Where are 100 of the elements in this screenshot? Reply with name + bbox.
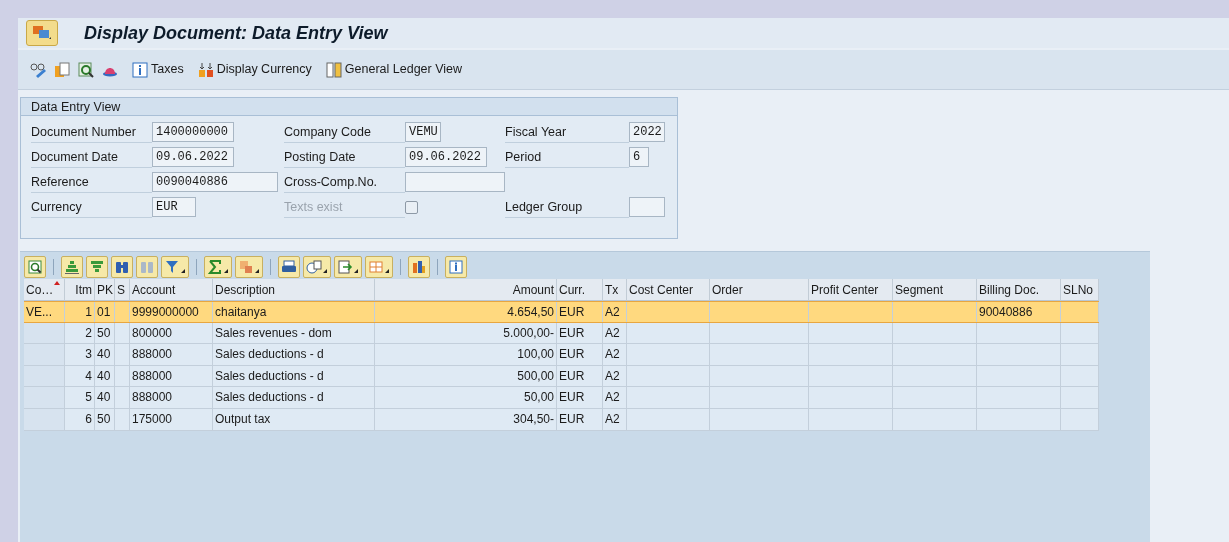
table-cell: 3 [85, 347, 92, 362]
column-header[interactable]: Curr. [557, 279, 603, 301]
table-cell: 304,50- [513, 411, 554, 426]
table-cell: 4.654,50 [507, 305, 554, 319]
table-cell: Sales deductions - d [215, 390, 324, 405]
table-row[interactable]: VE... 1 01 9999000000 chaitanya 4.654,50 EUR A2 90040886 [24, 301, 1099, 323]
table-cell: A2 [605, 305, 620, 319]
table-cell: 5 [85, 390, 92, 405]
table-cell: 100,00 [517, 347, 554, 362]
table-cell: 50 [97, 411, 111, 426]
input-field[interactable] [629, 197, 665, 217]
views-icon[interactable] [303, 255, 331, 278]
table-row[interactable]: 2 50 800000 Sales revenues - dom 5.000,00- EUR A2 [24, 322, 1099, 345]
input-field[interactable]: 0090040886 [152, 172, 278, 192]
table-cell: Sales revenues - dom [215, 325, 332, 340]
table-cell: 50 [97, 325, 111, 340]
currency-icon [197, 61, 214, 78]
table-cell: VE... [26, 305, 52, 319]
glasses-pencil-icon[interactable] [30, 61, 46, 78]
sort-descending-icon[interactable] [86, 255, 108, 278]
table-cell: 175000 [132, 411, 173, 426]
table-cell: A2 [605, 347, 620, 362]
table-cell: 40 [97, 390, 111, 405]
table-cell: 90040886 [979, 305, 1033, 319]
table-cell: 40 [97, 347, 111, 362]
field-label: Texts exist [284, 196, 405, 218]
table-cell: Sales deductions - d [215, 368, 324, 383]
table-cell: EUR [559, 347, 585, 362]
table-cell: EUR [559, 368, 585, 383]
table-cell: Sales deductions - d [215, 347, 324, 362]
table-cell: 800000 [132, 325, 173, 340]
toolbar-button[interactable]: General Ledger View [325, 60, 463, 79]
print-icon[interactable] [278, 255, 300, 278]
table-cell: A2 [605, 411, 620, 426]
table-cell: 5.000,00- [503, 325, 554, 340]
table-cell: 50,00 [523, 390, 554, 405]
magnifier-icon[interactable] [78, 61, 94, 78]
table-row[interactable]: 6 50 175000 Output tax 304,50- EUR A2 [24, 408, 1099, 431]
table-cell: A2 [605, 390, 620, 405]
column-header[interactable]: Profit Center [809, 279, 893, 301]
table-cell: 888000 [132, 347, 173, 362]
table-cell: 2 [85, 325, 92, 340]
input-field[interactable]: 6 [629, 147, 649, 167]
column-header[interactable]: SLNo [1061, 279, 1099, 301]
table-cell: EUR [559, 305, 585, 319]
table-cell: Output tax [215, 411, 271, 426]
table-row[interactable]: 4 40 888000 Sales deductions - d 500,00 EUR A2 [24, 365, 1099, 388]
column-header[interactable]: Description [213, 279, 375, 301]
toolbar-button[interactable]: Taxes [132, 60, 184, 79]
filter-icon[interactable] [161, 255, 189, 278]
table-cell: 6 [85, 411, 92, 426]
column-header[interactable]: Co… [24, 279, 65, 301]
input-field[interactable]: 09.06.2022 [405, 147, 487, 167]
sort-ascending-icon[interactable] [61, 255, 83, 278]
input-field[interactable]: VEMU [405, 122, 441, 142]
ledger-icon [325, 61, 342, 78]
column-header[interactable]: Segment [893, 279, 977, 301]
sum-icon[interactable] [204, 255, 232, 278]
table-cell: 888000 [132, 390, 173, 405]
input-field[interactable] [405, 172, 505, 192]
table-cell: 1 [85, 305, 92, 319]
column-header[interactable]: Billing Doc. [977, 279, 1061, 301]
chart-icon[interactable] [408, 255, 430, 278]
info-icon[interactable] [445, 255, 467, 278]
subtotal-icon[interactable] [235, 255, 263, 278]
table-cell: chaitanya [215, 305, 267, 319]
table-cell: 40 [97, 368, 111, 383]
column-header[interactable]: Cost Center [627, 279, 710, 301]
column-header[interactable]: Order [710, 279, 809, 301]
table-cell: 4 [85, 368, 92, 383]
column-header[interactable]: Account [130, 279, 213, 301]
input-field[interactable]: EUR [152, 197, 196, 217]
table-cell: EUR [559, 390, 585, 405]
input-field[interactable]: 2022 [629, 122, 665, 142]
table-cell: 01 [97, 305, 111, 319]
table-cell: EUR [559, 411, 585, 426]
toolbar-button[interactable]: Display Currency [197, 60, 312, 79]
table-cell: A2 [605, 325, 620, 340]
input-field[interactable]: 09.06.2022 [152, 147, 234, 167]
column-header[interactable]: Amount [375, 279, 557, 301]
table-row[interactable]: 5 40 888000 Sales deductions - d 50,00 EUR A2 [24, 387, 1099, 409]
table-cell: 500,00 [517, 368, 554, 383]
table-cell: A2 [605, 368, 620, 383]
group-title: Data Entry View [21, 98, 677, 116]
info-icon [132, 61, 148, 78]
documents-icon[interactable] [54, 61, 70, 78]
column-header[interactable]: S [115, 279, 130, 301]
column-header[interactable]: Tx [603, 279, 627, 301]
table-cell: 888000 [132, 368, 173, 383]
menu-icon[interactable] [26, 20, 58, 46]
details-icon[interactable] [24, 255, 46, 278]
column-header[interactable]: PK [95, 279, 115, 301]
export-icon[interactable] [334, 255, 362, 278]
window-title: Display Document: Data Entry View [84, 21, 388, 45]
input-field[interactable]: 1400000000 [152, 122, 234, 142]
layout-icon[interactable] [365, 255, 393, 278]
table-cell: EUR [559, 325, 585, 340]
column-header[interactable]: Itm [65, 279, 95, 301]
table-cell: 9999000000 [132, 305, 199, 319]
table-row[interactable]: 3 40 888000 Sales deductions - d 100,00 EUR A2 [24, 344, 1099, 366]
